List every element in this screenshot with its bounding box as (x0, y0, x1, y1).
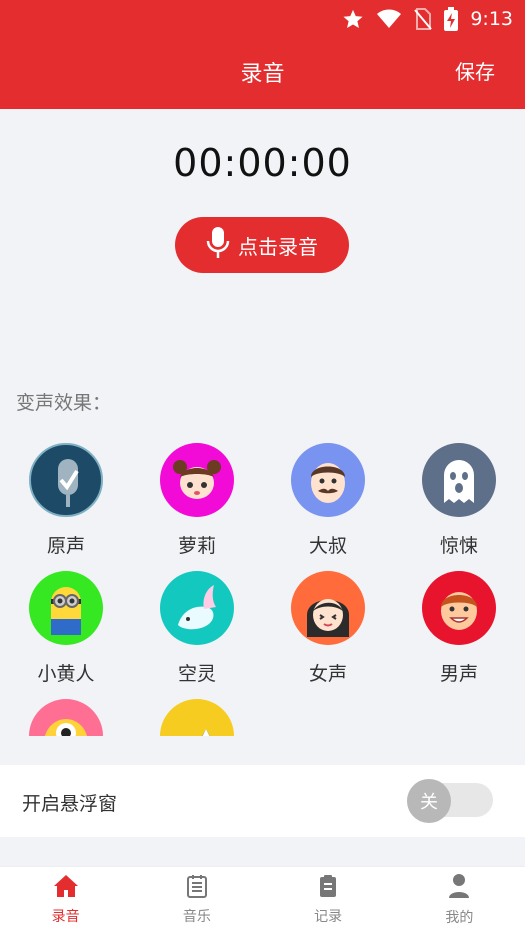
effect-uncle[interactable]: 大叔 (268, 443, 388, 558)
nav-item-profile[interactable]: 我的 (394, 867, 525, 933)
battery-charging-icon (444, 7, 459, 31)
nav-label: 录音 (51, 909, 80, 925)
effect-label: 萝莉 (177, 535, 216, 557)
nav-item-history[interactable]: 记录 (263, 867, 394, 933)
ethereal-fish-icon (160, 571, 234, 645)
nav-item-record[interactable]: 录音 (0, 867, 131, 933)
user-icon (448, 873, 470, 903)
nav-label: 记录 (314, 909, 343, 925)
effect-label: 原声 (46, 535, 85, 557)
record-button-label: 点击录音 (238, 234, 318, 259)
microphone-icon (206, 226, 230, 265)
record-button[interactable]: 点击录音 (175, 217, 349, 273)
top-app-bar: 9:13 录音 保存 (0, 0, 525, 109)
nav-label: 我的 (445, 910, 474, 926)
wifi-icon (376, 9, 402, 29)
voice-effects-grid: 原声 萝莉 大叔 惊悚 小黄人 空灵 女声 男声 (0, 430, 525, 736)
minion-icon (29, 571, 103, 645)
toggle-knob: 关 (407, 779, 451, 823)
effect-label: 大叔 (308, 535, 347, 557)
male-face-icon (422, 571, 496, 645)
effect-original[interactable]: 原声 (6, 443, 126, 558)
uncle-face-icon (291, 443, 365, 517)
record-list-icon (318, 874, 338, 902)
monster-icon (29, 699, 103, 736)
floating-window-toggle[interactable]: 关 (407, 779, 493, 823)
ghost-icon (422, 443, 496, 517)
effect-label: 小黄人 (37, 663, 95, 685)
effect-female[interactable]: 女声 (268, 571, 388, 686)
mountain-icon (160, 699, 234, 736)
nav-label: 音乐 (182, 909, 211, 925)
recording-timer: 00:00:00 (173, 141, 352, 185)
effect-ethereal[interactable]: 空灵 (137, 571, 257, 686)
effect-male[interactable]: 男声 (399, 571, 519, 686)
bottom-navigation: 录音 音乐 记录 我的 (0, 866, 525, 933)
home-icon (53, 874, 79, 902)
effect-minion[interactable]: 小黄人 (6, 571, 126, 686)
status-time: 9:13 (470, 8, 513, 30)
status-bar: 9:13 (342, 6, 513, 32)
effect-mountain[interactable] (137, 699, 257, 736)
microphone-check-icon (29, 443, 103, 517)
effect-monster[interactable] (6, 699, 126, 736)
star-icon (342, 8, 364, 30)
loli-girl-icon (160, 443, 234, 517)
save-button[interactable]: 保存 (455, 56, 495, 85)
effect-label: 男声 (439, 663, 478, 685)
music-list-icon (186, 874, 208, 902)
effect-loli[interactable]: 萝莉 (137, 443, 257, 558)
effect-horror[interactable]: 惊悚 (399, 443, 519, 558)
no-sim-icon (414, 8, 433, 30)
page-title: 录音 (240, 62, 285, 87)
floating-window-label: 开启悬浮窗 (22, 793, 118, 815)
voice-effects-label: 变声效果： (16, 392, 112, 414)
effect-label: 空灵 (177, 663, 216, 685)
effect-label: 女声 (308, 663, 347, 685)
effect-label: 惊悚 (439, 535, 478, 557)
female-face-icon (291, 571, 365, 645)
nav-item-music[interactable]: 音乐 (131, 867, 262, 933)
